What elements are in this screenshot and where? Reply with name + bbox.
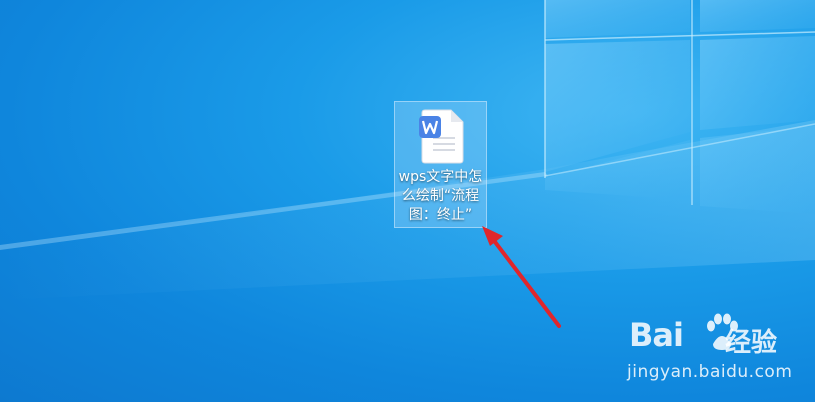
jingyan-wordmark: 经验 — [725, 328, 778, 358]
file-name-line-3: 图：终止” — [408, 207, 473, 223]
watermark-url: jingyan.baidu.com — [627, 362, 793, 382]
file-name-line-2: 么绘制“流程 — [401, 188, 480, 204]
file-name-label: wps文字中怎 么绘制“流程 图：终止” — [395, 168, 486, 225]
baidu-jingyan-watermark: Bai 经验 jingyan.baidu.com — [627, 310, 792, 390]
baidu-wordmark: Bai — [629, 316, 684, 354]
file-name-line-1: wps文字中怎 — [398, 169, 483, 185]
baidu-logo: Bai 经验 — [627, 310, 777, 358]
wps-document-icon — [419, 109, 464, 164]
desktop-background[interactable]: wps文字中怎 么绘制“流程 图：终止” Bai 经验 jingyan.baid… — [0, 0, 815, 402]
desktop-file-icon[interactable]: wps文字中怎 么绘制“流程 图：终止” — [394, 101, 487, 228]
